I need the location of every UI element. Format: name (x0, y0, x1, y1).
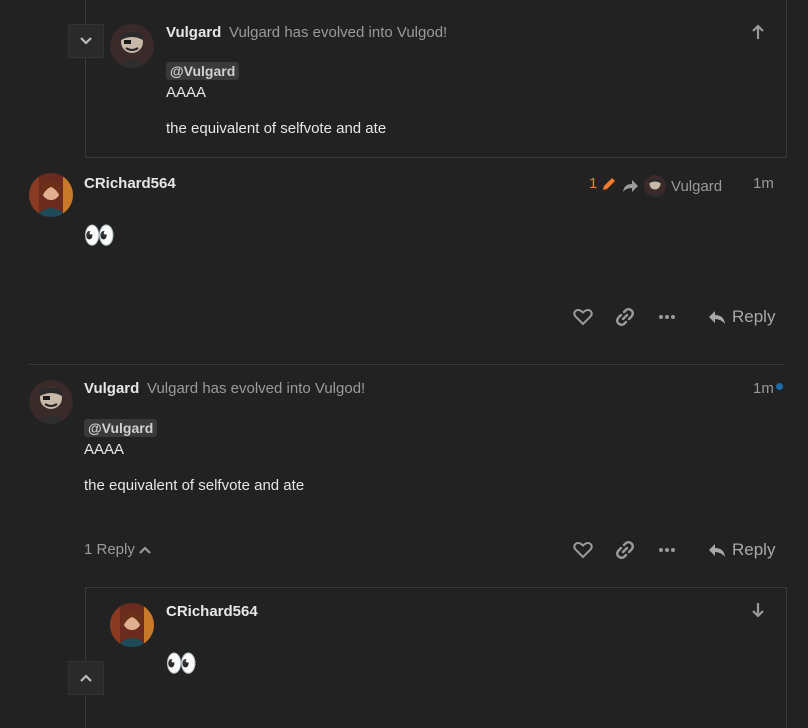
collapse-replies-button[interactable] (68, 661, 104, 695)
chevron-up-icon (139, 545, 151, 554)
like-button[interactable] (572, 539, 594, 561)
copy-link-button[interactable] (614, 539, 636, 561)
crichard-avatar-image (110, 603, 154, 647)
mention-link[interactable]: @Vulgard (166, 62, 240, 80)
username[interactable]: Vulgard (166, 24, 221, 41)
username[interactable]: Vulgard (84, 380, 139, 397)
post-date[interactable]: 1m (753, 175, 774, 192)
reply-to-tab[interactable]: Vulgard (622, 175, 722, 197)
avatar[interactable] (29, 173, 73, 217)
share-arrow-icon (623, 180, 638, 192)
heart-icon (573, 542, 593, 559)
avatar[interactable] (110, 24, 154, 68)
ellipsis-icon (659, 315, 675, 319)
edit-count: 1 (589, 175, 598, 192)
post-divider (29, 364, 784, 365)
mention-link[interactable]: @Vulgard (84, 419, 158, 437)
more-actions-button[interactable] (656, 306, 678, 328)
heart-icon (573, 309, 593, 326)
username[interactable]: CRichard564 (84, 175, 176, 192)
show-replies-button[interactable]: 1 Reply (84, 541, 151, 558)
post-text: the equivalent of selfvote and ate (84, 477, 305, 494)
reply-icon (709, 310, 725, 324)
emoji: 👀 (83, 220, 117, 250)
edit-history-button[interactable]: 1 (589, 175, 617, 192)
more-actions-button[interactable] (656, 539, 678, 561)
link-icon (616, 541, 634, 559)
arrow-down-icon (752, 603, 764, 618)
arrow-up-icon (752, 24, 764, 39)
ellipsis-icon (659, 548, 675, 552)
reply-button[interactable]: Reply (708, 307, 775, 327)
avatar (644, 175, 666, 197)
collapse-parent-button[interactable] (68, 24, 104, 58)
reply-button[interactable]: Reply (708, 540, 775, 560)
chevron-down-icon (80, 37, 92, 45)
replies-count-label: 1 Reply (84, 541, 135, 558)
like-button[interactable] (572, 306, 594, 328)
go-to-post-button[interactable] (748, 600, 768, 620)
user-title: Vulgard has evolved into Vulgod! (147, 380, 366, 397)
link-icon (616, 308, 634, 326)
post-text: AAAA (84, 441, 125, 458)
go-to-post-button[interactable] (748, 22, 768, 42)
post-text: AAAA (166, 84, 207, 101)
user-title: Vulgard has evolved into Vulgod! (229, 24, 448, 41)
reply-to-username: Vulgard (671, 177, 723, 195)
post-date[interactable]: 1m (753, 380, 774, 397)
pencil-icon (603, 177, 616, 190)
crichard-avatar-image (29, 173, 73, 217)
avatar[interactable] (29, 380, 73, 424)
reply-label: Reply (732, 307, 776, 326)
reply-label: Reply (732, 540, 776, 559)
avatar[interactable] (110, 603, 154, 647)
copy-link-button[interactable] (614, 306, 636, 328)
reply-icon (709, 543, 725, 557)
unread-indicator-dot (776, 383, 783, 390)
chevron-up-icon (80, 674, 92, 682)
post-text: the equivalent of selfvote and ate (166, 120, 387, 137)
vulgard-avatar-image (110, 24, 154, 68)
username[interactable]: CRichard564 (166, 603, 258, 620)
vulgard-avatar-image (29, 380, 73, 424)
emoji: 👀 (165, 648, 199, 678)
